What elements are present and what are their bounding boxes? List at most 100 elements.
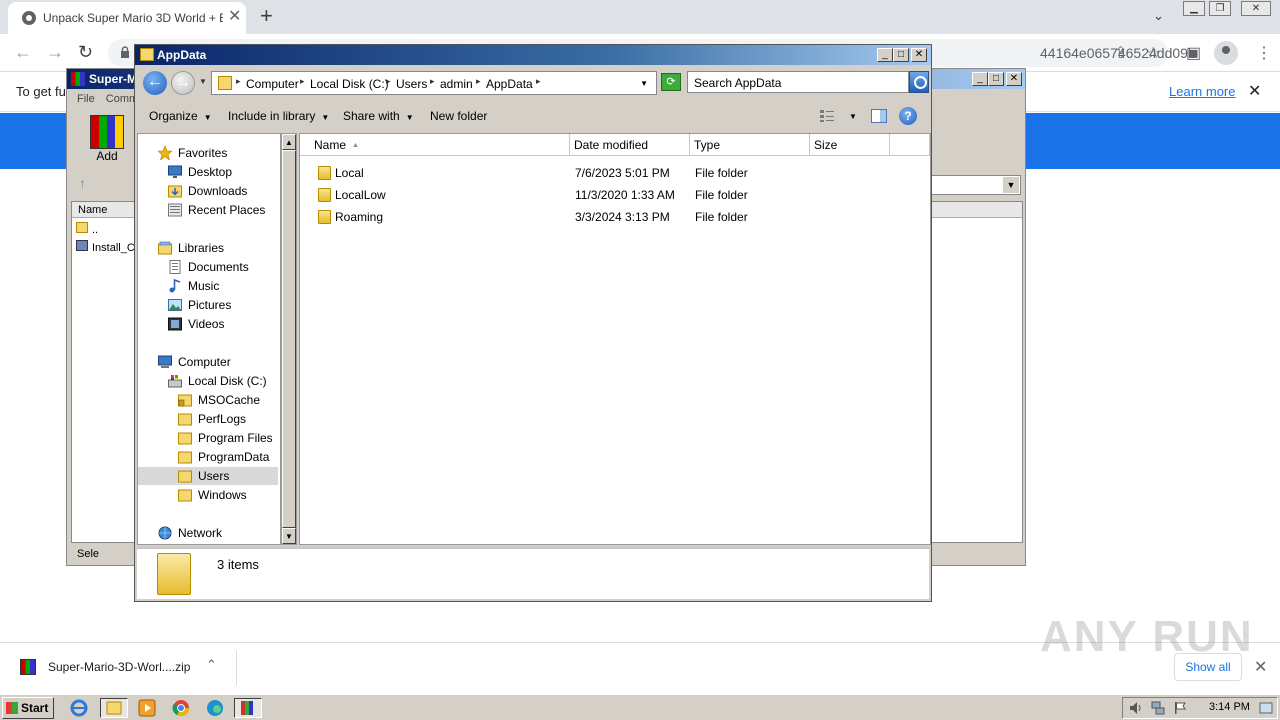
include-in-library-button[interactable]: Include in library ▼ — [228, 109, 329, 123]
nav-users[interactable]: Users — [138, 467, 278, 485]
list-item[interactable]: Install_C — [76, 240, 135, 254]
profile-avatar-icon[interactable] — [1214, 41, 1238, 65]
close-tab-icon[interactable]: ✕ — [228, 9, 241, 25]
nav-recent-places[interactable]: Recent Places — [168, 201, 278, 219]
bookmark-star-icon[interactable]: ☆ — [1146, 43, 1160, 63]
column-header-date-modified[interactable]: Date modified — [570, 134, 690, 156]
view-options-chevron-icon[interactable]: ▼ — [849, 112, 857, 121]
scrollbar-thumb[interactable] — [282, 150, 296, 528]
winrar-add-button[interactable]: Add — [77, 115, 137, 171]
change-view-icon[interactable] — [819, 109, 835, 123]
action-center-flag-icon[interactable] — [1173, 701, 1187, 715]
breadcrumb-admin[interactable]: admin — [440, 77, 473, 91]
chevron-right-icon[interactable]: ▸ — [476, 76, 481, 87]
nav-music[interactable]: Music — [168, 277, 278, 295]
close-icon[interactable]: ✕ — [1254, 657, 1267, 677]
address-breadcrumb[interactable]: ▸ Computer ▸ Local Disk (C:) ▸ Users ▸ a… — [211, 71, 657, 95]
internet-explorer-icon[interactable] — [68, 698, 90, 718]
refresh-icon[interactable]: ⟳ — [661, 73, 681, 91]
minimize-button[interactable]: ▁ — [1183, 1, 1205, 16]
list-item[interactable]: .. — [76, 222, 98, 236]
chevron-right-icon[interactable]: ▸ — [300, 76, 305, 87]
nav-documents[interactable]: Documents — [168, 258, 278, 276]
window-close-button[interactable]: ✕ — [1241, 1, 1271, 16]
share-with-button[interactable]: Share with ▼ — [343, 109, 414, 123]
nav-desktop[interactable]: Desktop — [168, 163, 278, 181]
column-header-name[interactable]: Name ▲ — [300, 134, 570, 156]
column-header-size[interactable]: Size — [810, 134, 890, 156]
winrar-menu-file[interactable]: File — [77, 93, 95, 105]
show-desktop-icon[interactable] — [1259, 701, 1273, 715]
forward-arrow-icon[interactable]: → — [46, 42, 64, 62]
nav-downloads[interactable]: Downloads — [168, 182, 278, 200]
up-arrow-icon[interactable]: ↑ — [79, 175, 115, 195]
edge-icon[interactable] — [204, 698, 226, 718]
nav-local-disk[interactable]: Local Disk (C:) — [168, 372, 278, 390]
download-item[interactable]: Super-Mario-3D-Worl....zip — [48, 660, 190, 674]
explorer-titlebar[interactable]: AppData _ □ ✕ — [135, 45, 931, 65]
breadcrumb-computer[interactable]: Computer — [246, 77, 299, 91]
organize-button[interactable]: Organize ▼ — [149, 109, 212, 123]
learn-more-link[interactable]: Learn more — [1169, 84, 1235, 99]
help-icon[interactable]: ? — [899, 107, 917, 125]
nav-programdata[interactable]: ProgramData — [178, 448, 278, 466]
table-row[interactable]: Local 7/6/2023 5:01 PM File folder — [300, 162, 930, 184]
address-history-chevron-icon[interactable]: ▼ — [640, 79, 648, 88]
clock[interactable]: 3:14 PM — [1209, 701, 1250, 713]
preview-pane-icon[interactable] — [871, 109, 887, 123]
nav-computer[interactable]: Computer — [158, 353, 278, 371]
chevron-right-icon[interactable]: ▸ — [236, 76, 241, 87]
nav-msocache[interactable]: MSOCache — [178, 391, 278, 409]
side-panel-icon[interactable]: ▣ — [1186, 43, 1201, 63]
winrar-close-button[interactable]: ✕ — [1006, 72, 1022, 86]
winrar-maximize-button[interactable]: □ — [988, 72, 1004, 86]
scroll-up-arrow-icon[interactable]: ▲ — [282, 134, 296, 150]
navigation-scrollbar[interactable]: ▲ ▼ — [281, 133, 297, 545]
back-arrow-icon[interactable]: ← — [14, 42, 32, 62]
volume-icon[interactable] — [1129, 701, 1143, 715]
tab-search-chevron-icon[interactable]: ⌄ — [1153, 8, 1164, 24]
share-icon[interactable]: ⇪ — [1114, 43, 1127, 63]
nav-windows[interactable]: Windows — [178, 486, 278, 504]
nav-pictures[interactable]: Pictures — [168, 296, 278, 314]
nav-libraries[interactable]: Libraries — [158, 239, 278, 257]
table-row[interactable]: Roaming 3/3/2024 3:13 PM File folder — [300, 206, 930, 228]
explorer-maximize-button[interactable]: □ — [893, 48, 909, 62]
explorer-close-button[interactable]: ✕ — [911, 48, 927, 62]
restore-button[interactable]: ❐ — [1209, 1, 1231, 16]
new-tab-button[interactable]: + — [260, 5, 273, 27]
reload-icon[interactable]: ↻ — [78, 42, 93, 62]
breadcrumb-local-disk[interactable]: Local Disk (C:) — [310, 77, 389, 91]
explorer-taskbar-button[interactable] — [100, 698, 128, 718]
chrome-icon[interactable] — [170, 698, 192, 718]
nav-favorites[interactable]: Favorites — [158, 144, 278, 162]
search-input[interactable]: Search AppData — [687, 71, 909, 93]
explorer-minimize-button[interactable]: _ — [877, 48, 893, 62]
browser-tab[interactable]: Unpack Super Mario 3D World + Bowser's F… — [8, 2, 246, 34]
breadcrumb-users[interactable]: Users — [396, 77, 427, 91]
chevron-right-icon[interactable]: ▸ — [430, 76, 435, 87]
new-folder-button[interactable]: New folder — [430, 109, 487, 123]
column-header-type[interactable]: Type — [690, 134, 810, 156]
recent-pages-chevron-icon[interactable]: ▼ — [199, 77, 207, 86]
media-player-icon[interactable] — [136, 698, 158, 718]
nav-perflogs[interactable]: PerfLogs — [178, 410, 278, 428]
nav-videos[interactable]: Videos — [168, 315, 278, 333]
chevron-right-icon[interactable]: ▸ — [536, 76, 541, 87]
winrar-taskbar-button[interactable] — [234, 698, 262, 718]
breadcrumb-appdata[interactable]: AppData — [486, 77, 533, 91]
start-button[interactable]: Start — [2, 697, 54, 719]
search-icon[interactable] — [909, 71, 929, 93]
winrar-path-field[interactable]: ▼ — [931, 175, 1021, 195]
winrar-minimize-button[interactable]: _ — [972, 72, 988, 86]
menu-kebab-icon[interactable]: ⋮ — [1256, 43, 1272, 63]
scroll-down-arrow-icon[interactable]: ▼ — [282, 528, 296, 544]
forward-arrow-icon[interactable]: → — [171, 71, 195, 95]
network-tray-icon[interactable] — [1151, 701, 1165, 715]
chevron-up-icon[interactable]: ⌃ — [206, 657, 217, 673]
chevron-right-icon[interactable]: ▸ — [386, 76, 391, 87]
chevron-down-icon[interactable]: ▼ — [1003, 177, 1019, 193]
close-icon[interactable]: ✕ — [1248, 81, 1261, 101]
nav-program-files[interactable]: Program Files — [178, 429, 278, 447]
table-row[interactable]: LocalLow 11/3/2020 1:33 AM File folder — [300, 184, 930, 206]
